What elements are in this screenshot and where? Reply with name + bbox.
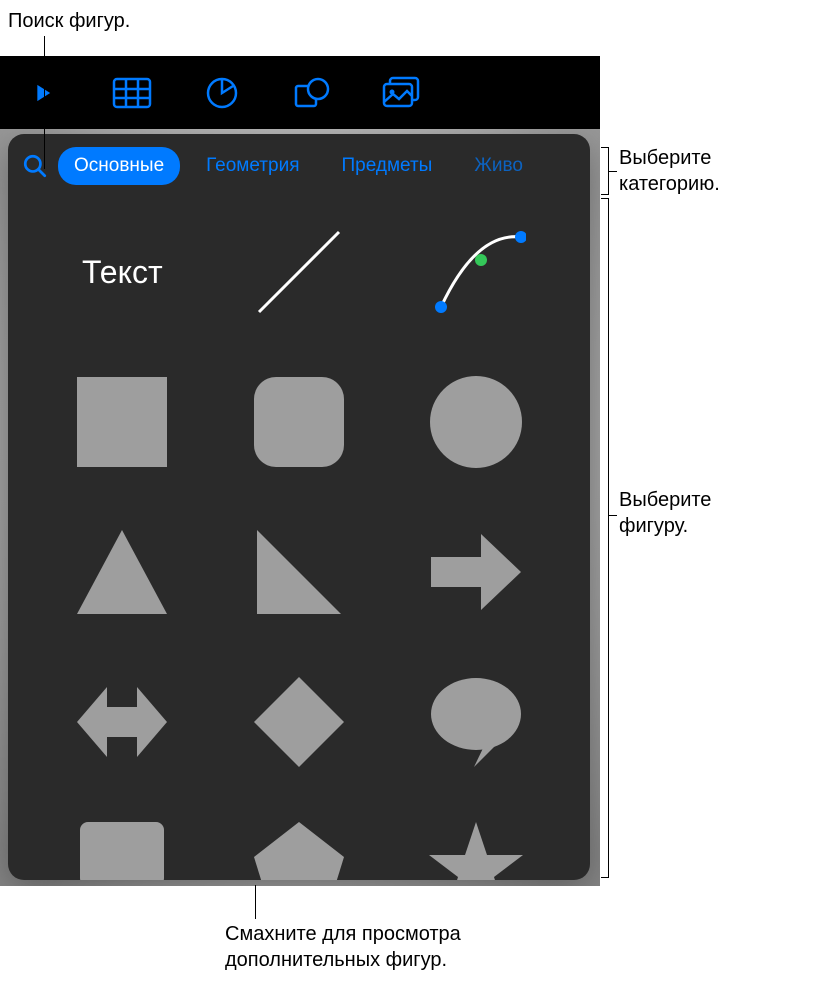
bracket-tick-category: [609, 171, 617, 172]
callout-line-search: [44, 36, 45, 169]
tab-animals[interactable]: Живо: [458, 147, 523, 185]
bracket-shapes: [601, 198, 609, 878]
shape-text[interactable]: Текст: [44, 212, 201, 332]
shape-square[interactable]: [44, 362, 201, 482]
callout-swipe: Смахните для просмотра дополнительных фи…: [225, 921, 461, 973]
shapes-popover: Основные Геометрия Предметы Живо Текст: [8, 134, 590, 880]
shape-right-triangle[interactable]: [221, 512, 378, 632]
table-icon[interactable]: [106, 67, 158, 119]
shape-circle[interactable]: [397, 362, 554, 482]
category-tabs: Основные Геометрия Предметы Живо: [8, 134, 590, 198]
shape-arrow-double[interactable]: [44, 662, 201, 782]
shape-triangle[interactable]: [44, 512, 201, 632]
shape-curve[interactable]: [397, 212, 554, 332]
bracket-tick-shapes: [609, 515, 617, 516]
shape-callout-rect[interactable]: [44, 812, 201, 880]
shape-pentagon[interactable]: [221, 812, 378, 880]
shape-icon[interactable]: [286, 67, 338, 119]
media-icon[interactable]: [376, 67, 428, 119]
shape-speech-bubble[interactable]: [397, 662, 554, 782]
play-icon[interactable]: [16, 67, 68, 119]
tab-objects[interactable]: Предметы: [325, 147, 448, 185]
shape-rounded-square[interactable]: [221, 362, 378, 482]
chart-icon[interactable]: [196, 67, 248, 119]
callout-shape: Выберите фигуру.: [619, 487, 711, 539]
callout-category: Выберите категорию.: [619, 145, 720, 197]
shape-line[interactable]: [221, 212, 378, 332]
tab-main[interactable]: Основные: [58, 147, 180, 185]
callout-line-swipe: [255, 885, 256, 919]
shape-text-label: Текст: [82, 254, 163, 291]
tab-geometry[interactable]: Геометрия: [190, 147, 315, 185]
shape-star[interactable]: [397, 812, 554, 880]
shapes-grid[interactable]: Текст: [8, 198, 590, 880]
callout-search: Поиск фигур.: [8, 8, 130, 34]
shape-diamond[interactable]: [221, 662, 378, 782]
bracket-category: [601, 147, 609, 195]
shape-arrow-right[interactable]: [397, 512, 554, 632]
toolbar: [0, 56, 600, 129]
app-window: Основные Геометрия Предметы Живо Текст: [0, 56, 600, 886]
